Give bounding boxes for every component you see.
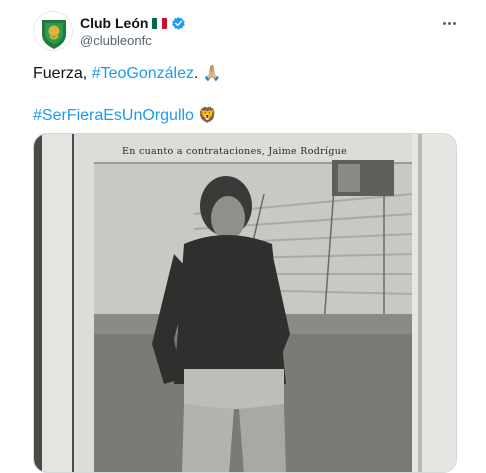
lion-emoji: 🦁: [198, 106, 218, 124]
account-handle[interactable]: @clubleonfc: [80, 33, 152, 48]
newspaper-caption: En cuanto a contrataciones, Jaime Rodríg…: [122, 146, 348, 157]
tweet-text: Fuerza,: [33, 65, 92, 82]
avatar[interactable]: [33, 11, 73, 51]
mexico-flag-icon: [152, 17, 168, 29]
tweet-text-line-2: #SerFieraEsUnOrgullo 🦁: [33, 104, 217, 127]
tweet-text: .: [193, 65, 203, 82]
more-horizontal-icon[interactable]: [438, 14, 460, 32]
tweet[interactable]: Club León @clubleonfc Fuerza, #TeoGonzál…: [0, 0, 486, 473]
verified-badge-icon: [172, 16, 186, 30]
praying-hands-emoji: 🙏🏼: [202, 64, 222, 82]
tweet-photo[interactable]: En cuanto a contrataciones, Jaime Rodríg…: [33, 133, 457, 473]
tweet-text-line-1: Fuerza, #TeoGonzález. 🙏🏼: [33, 62, 222, 85]
display-name[interactable]: Club León: [80, 15, 148, 31]
account-name-row[interactable]: Club León: [80, 15, 186, 31]
hashtag-link[interactable]: #TeoGonzález: [92, 65, 194, 82]
club-leon-logo-icon: [42, 20, 66, 49]
hashtag-link[interactable]: #SerFieraEsUnOrgullo: [33, 107, 194, 124]
newspaper-photo: [34, 134, 456, 472]
